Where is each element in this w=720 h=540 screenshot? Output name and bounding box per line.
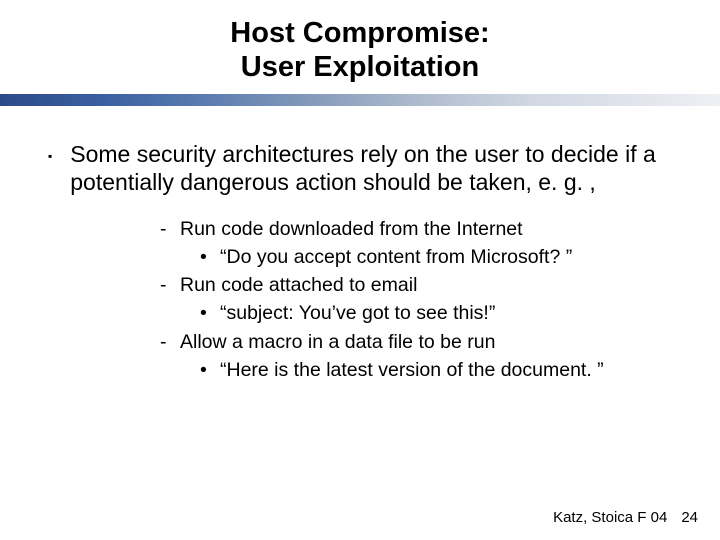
dash-icon: - <box>160 215 170 243</box>
list-item: - Allow a macro in a data file to be run <box>160 328 672 356</box>
list-item: - Run code attached to email <box>160 271 672 299</box>
footer-text: Katz, Stoica F 04 <box>553 509 667 526</box>
main-bullet: ▪ Some security architectures rely on th… <box>48 140 672 196</box>
list-sub-item-text: “Do you accept content from Microsoft? ” <box>220 243 572 271</box>
list-sub-item: • “Here is the latest version of the doc… <box>160 356 672 384</box>
bullet-dot-icon: • <box>200 243 210 271</box>
page-number: 24 <box>681 509 698 526</box>
list-item-text: Allow a macro in a data file to be run <box>180 328 495 356</box>
title-line-1: Host Compromise: <box>0 16 720 50</box>
main-bullet-text: Some security architectures rely on the … <box>70 140 672 196</box>
list-item: - Run code downloaded from the Internet <box>160 215 672 243</box>
list-sub-item-text: “subject: You’ve got to see this!” <box>220 299 495 327</box>
list-sub-item: • “Do you accept content from Microsoft?… <box>160 243 672 271</box>
list-item-text: Run code downloaded from the Internet <box>180 215 523 243</box>
title-divider <box>0 94 720 106</box>
list-sub-item: • “subject: You’ve got to see this!” <box>160 299 672 327</box>
slide-title: Host Compromise: User Exploitation <box>0 0 720 84</box>
bullet-dot-icon: • <box>200 356 210 384</box>
list-sub-item-text: “Here is the latest version of the docum… <box>220 356 604 384</box>
dash-icon: - <box>160 271 170 299</box>
title-line-2: User Exploitation <box>0 50 720 84</box>
bullet-icon: ▪ <box>48 140 52 170</box>
content-area: ▪ Some security architectures rely on th… <box>0 106 720 384</box>
bullet-dot-icon: • <box>200 299 210 327</box>
sub-list: - Run code downloaded from the Internet … <box>48 215 672 385</box>
footer: Katz, Stoica F 04 24 <box>553 509 698 526</box>
list-item-text: Run code attached to email <box>180 271 417 299</box>
dash-icon: - <box>160 328 170 356</box>
slide: Host Compromise: User Exploitation ▪ Som… <box>0 0 720 540</box>
